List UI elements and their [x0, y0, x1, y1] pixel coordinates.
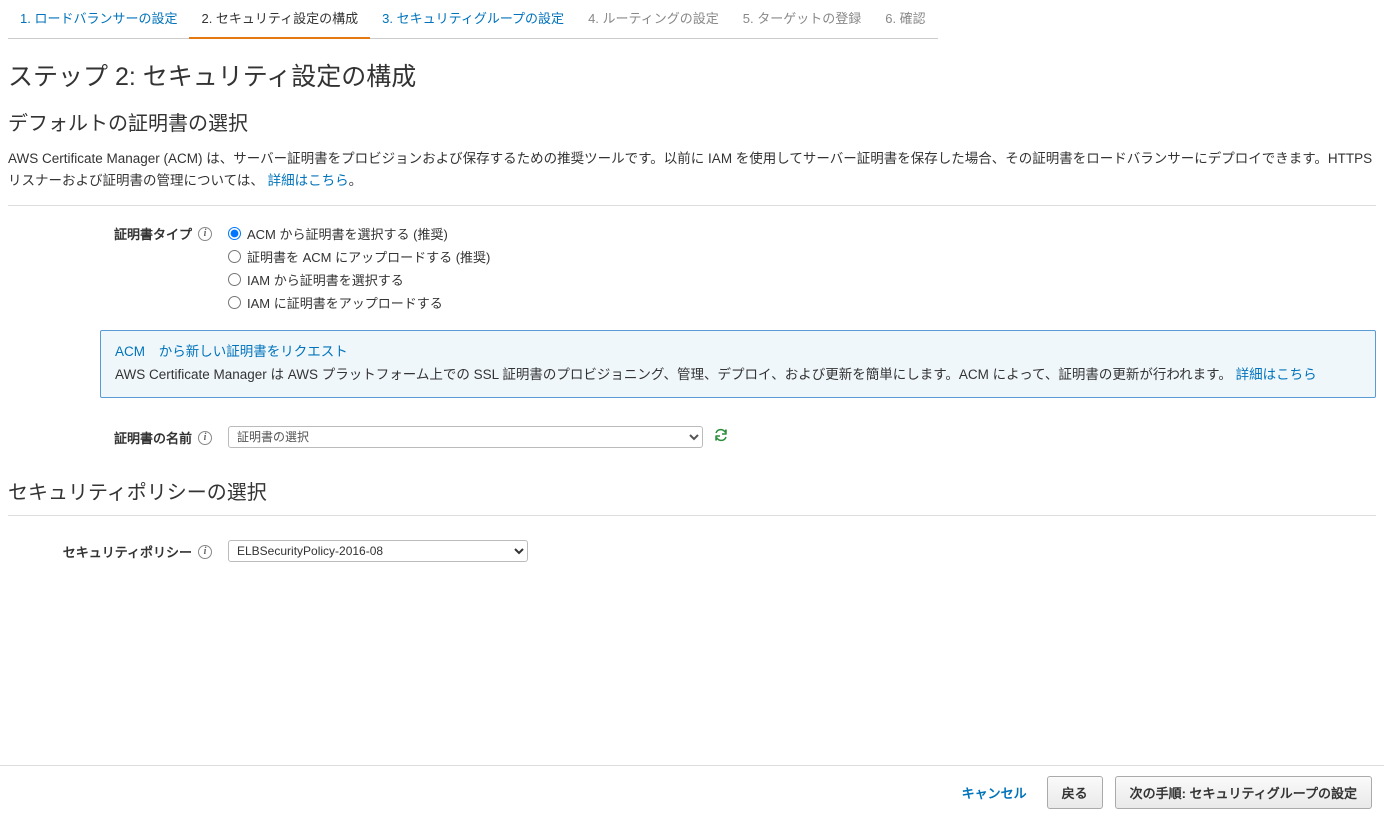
radio-acm-upload[interactable]: 証明書を ACM にアップロードする (推奨) — [228, 245, 1376, 268]
cancel-button[interactable]: キャンセル — [954, 777, 1035, 808]
radio-label: IAM に証明書をアップロードする — [247, 293, 443, 312]
acm-request-link[interactable]: から新しい証明書をリクエスト — [159, 344, 348, 359]
security-policy-select[interactable]: ELBSecurityPolicy-2016-08 — [228, 540, 528, 562]
certificate-name-label: 証明書の名前 — [114, 428, 192, 447]
wizard-tabs: 1. ロードバランサーの設定 2. セキュリティ設定の構成 3. セキュリティグ… — [0, 0, 1384, 39]
radio-acm-choose-input[interactable] — [228, 227, 241, 240]
wizard-tab-1[interactable]: 1. ロードバランサーの設定 — [8, 0, 189, 39]
section-security-policy-title: セキュリティポリシーの選択 — [0, 468, 1384, 511]
page-title: ステップ 2: セキュリティ設定の構成 — [0, 39, 1384, 99]
certificate-type-label: 証明書タイプ — [114, 224, 192, 243]
radio-label: ACM から証明書を選択する (推奨) — [247, 224, 448, 243]
section-default-cert-desc: AWS Certificate Manager (ACM) は、サーバー証明書を… — [0, 142, 1384, 201]
acm-desc-line: AWS Certificate Manager は AWS プラットフォーム上で… — [115, 364, 1361, 387]
radio-acm-choose[interactable]: ACM から証明書を選択する (推奨) — [228, 222, 1376, 245]
label-col: 証明書タイプ i — [8, 222, 228, 243]
wizard-tab-3[interactable]: 3. セキュリティグループの設定 — [370, 0, 576, 39]
label-col: 証明書の名前 i — [8, 426, 228, 447]
certificate-name-input-col: 証明書の選択 — [228, 426, 1376, 448]
desc-more-link[interactable]: 詳細はこちら — [268, 173, 349, 188]
radio-label: 証明書を ACM にアップロードする (推奨) — [247, 247, 490, 266]
back-button[interactable]: 戻る — [1047, 776, 1103, 809]
row-certificate-type: 証明書タイプ i ACM から証明書を選択する (推奨) 証明書を ACM にア… — [0, 216, 1384, 320]
acm-more-link[interactable]: 詳細はこちら — [1236, 367, 1317, 382]
info-icon[interactable]: i — [198, 545, 212, 559]
refresh-icon[interactable] — [713, 427, 729, 448]
security-policy-input-col: ELBSecurityPolicy-2016-08 — [228, 540, 1376, 562]
label-col: セキュリティポリシー i — [8, 540, 228, 561]
divider — [8, 515, 1376, 516]
desc-text-end: 。 — [349, 173, 363, 188]
acm-request-line: ACM から新しい証明書をリクエスト — [115, 341, 1361, 364]
acm-label[interactable]: ACM — [115, 344, 145, 359]
wizard-tab-4: 4. ルーティングの設定 — [576, 0, 731, 39]
desc-text: AWS Certificate Manager (ACM) は、サーバー証明書を… — [8, 151, 1372, 188]
radio-acm-upload-input[interactable] — [228, 250, 241, 263]
radio-iam-upload-input[interactable] — [228, 296, 241, 309]
radio-iam-upload[interactable]: IAM に証明書をアップロードする — [228, 291, 1376, 314]
info-icon[interactable]: i — [198, 227, 212, 241]
section-default-cert-title: デフォルトの証明書の選択 — [0, 99, 1384, 142]
certificate-type-options: ACM から証明書を選択する (推奨) 証明書を ACM にアップロードする (… — [228, 222, 1376, 314]
acm-desc-text: AWS Certificate Manager は AWS プラットフォーム上で… — [115, 367, 1236, 382]
wizard-footer: キャンセル 戻る 次の手順: セキュリティグループの設定 — [0, 765, 1384, 819]
radio-label: IAM から証明書を選択する — [247, 270, 404, 289]
wizard-tab-6: 6. 確認 — [873, 0, 937, 39]
radio-iam-choose-input[interactable] — [228, 273, 241, 286]
row-certificate-name: 証明書の名前 i 証明書の選択 — [0, 408, 1384, 454]
divider — [8, 205, 1376, 206]
radio-iam-choose[interactable]: IAM から証明書を選択する — [228, 268, 1376, 291]
certificate-name-select[interactable]: 証明書の選択 — [228, 426, 703, 448]
wizard-tab-2[interactable]: 2. セキュリティ設定の構成 — [189, 0, 370, 39]
row-security-policy: セキュリティポリシー i ELBSecurityPolicy-2016-08 — [0, 526, 1384, 568]
wizard-tab-5: 5. ターゲットの登録 — [731, 0, 873, 39]
info-icon[interactable]: i — [198, 431, 212, 445]
acm-info-box: ACM から新しい証明書をリクエスト AWS Certificate Manag… — [100, 330, 1376, 398]
security-policy-label: セキュリティポリシー — [63, 542, 192, 561]
next-button[interactable]: 次の手順: セキュリティグループの設定 — [1115, 776, 1372, 809]
